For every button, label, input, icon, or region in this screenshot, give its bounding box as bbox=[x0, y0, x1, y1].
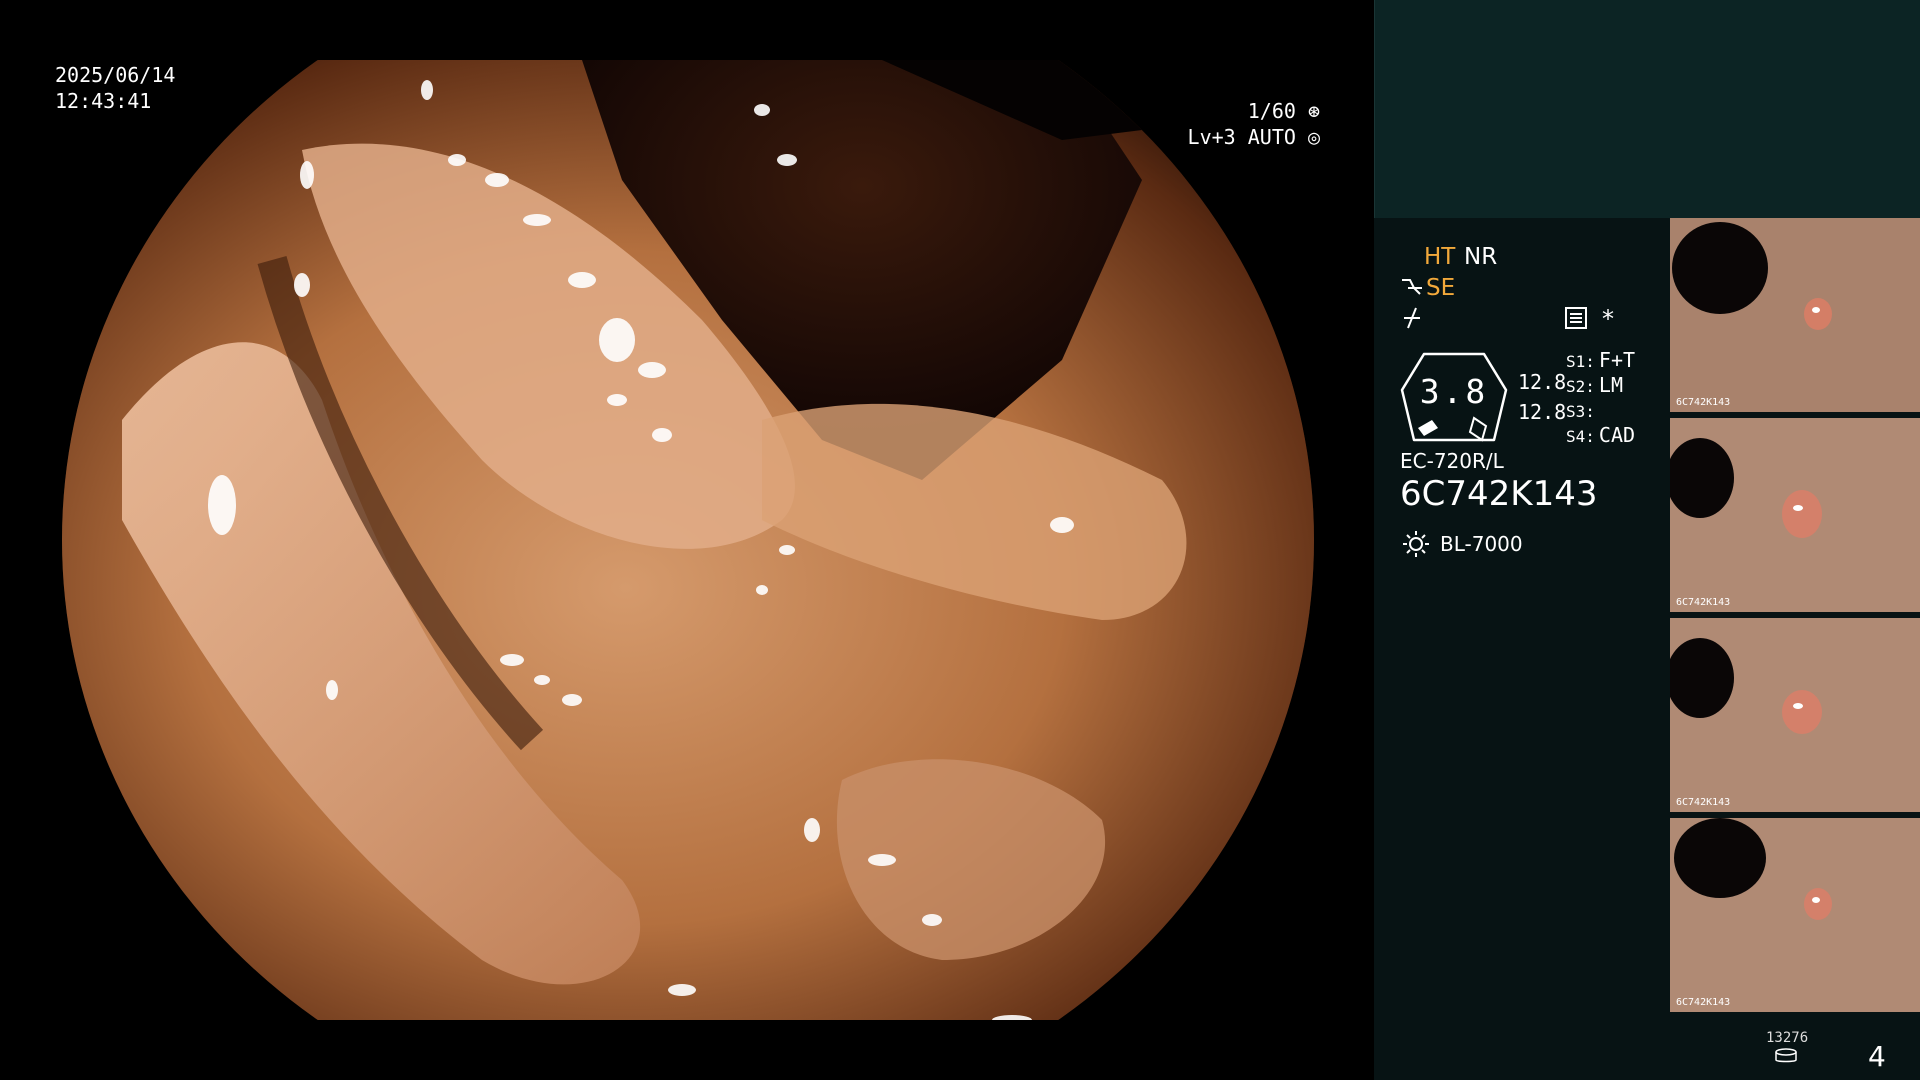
exposure-readout: 1/60 ⊛ Lv+3 AUTO ◎ bbox=[1188, 98, 1320, 150]
structure-enhance-icon bbox=[1402, 279, 1422, 295]
storage-disk-icon bbox=[1775, 1048, 1797, 1063]
iris-icon: ◎ bbox=[1307, 125, 1320, 149]
se-indicator: SE bbox=[1426, 275, 1456, 301]
light-source-icon bbox=[1403, 531, 1429, 557]
switch-2-setting: S2: LM bbox=[1566, 373, 1623, 397]
settings-list-icon bbox=[1565, 307, 1587, 329]
zoom-readout-b: 12.8 bbox=[1518, 400, 1567, 424]
thumbnail-image bbox=[1670, 818, 1920, 1012]
thumbnail-label: 6C742K143 bbox=[1676, 997, 1731, 1008]
switch-3-setting: S3: bbox=[1566, 402, 1595, 421]
date-time-readout: 2025/06/14 12:43:41 bbox=[55, 62, 175, 114]
switch-4-setting: S4: CAD bbox=[1566, 423, 1636, 447]
thumbnail-label: 6C742K143 bbox=[1676, 597, 1731, 608]
thumbnail-image bbox=[1670, 418, 1920, 612]
iris-level-text: Lv+3 AUTO bbox=[1187, 125, 1296, 149]
date-text: 2025/06/14 bbox=[55, 63, 176, 87]
captured-image-thumbnail[interactable]: 6C742K143 bbox=[1670, 818, 1920, 1012]
scope-model: EC-720R/L bbox=[1400, 449, 1504, 473]
thumbnail-label: 6C742K143 bbox=[1676, 397, 1731, 408]
mucosa-image bbox=[62, 60, 1314, 1020]
zoom-readout-a: 12.8 bbox=[1518, 370, 1567, 394]
scope-serial: 6C742K143 bbox=[1400, 474, 1598, 514]
info-panel: HT NR SE * 3.8 12.8 12.8 S1: F+T S2: LM S3… bbox=[1374, 0, 1920, 1080]
star-icon: * bbox=[1602, 305, 1614, 333]
captured-image-thumbnail[interactable]: 6C742K143 bbox=[1670, 418, 1920, 612]
ht-indicator: HT bbox=[1424, 244, 1456, 270]
zoom-value: 3.8 bbox=[1419, 372, 1489, 411]
thumbnail-label: 6C742K143 bbox=[1676, 797, 1731, 808]
thumbnail-image bbox=[1670, 618, 1920, 812]
captured-image-thumbnail[interactable]: 6C742K143 bbox=[1670, 218, 1920, 412]
switch-1-setting: S1: F+T bbox=[1566, 348, 1636, 372]
shutter-icon: ⊛ bbox=[1307, 99, 1320, 123]
endoscope-view bbox=[62, 60, 1314, 1020]
captured-image-thumbnail[interactable]: 6C742K143 bbox=[1670, 618, 1920, 812]
noise-filter-icon bbox=[1404, 307, 1420, 329]
page-number: 4 bbox=[1868, 1040, 1886, 1073]
panel-header-area bbox=[1374, 0, 1920, 218]
thumbnail-image bbox=[1670, 218, 1920, 412]
nr-indicator: NR bbox=[1464, 244, 1498, 270]
image-count: 13276 bbox=[1766, 1030, 1809, 1046]
light-source-label: BL-7000 bbox=[1440, 532, 1523, 556]
time-text: 12:43:41 bbox=[55, 89, 152, 113]
shutter-speed-text: 1/60 bbox=[1247, 99, 1296, 123]
